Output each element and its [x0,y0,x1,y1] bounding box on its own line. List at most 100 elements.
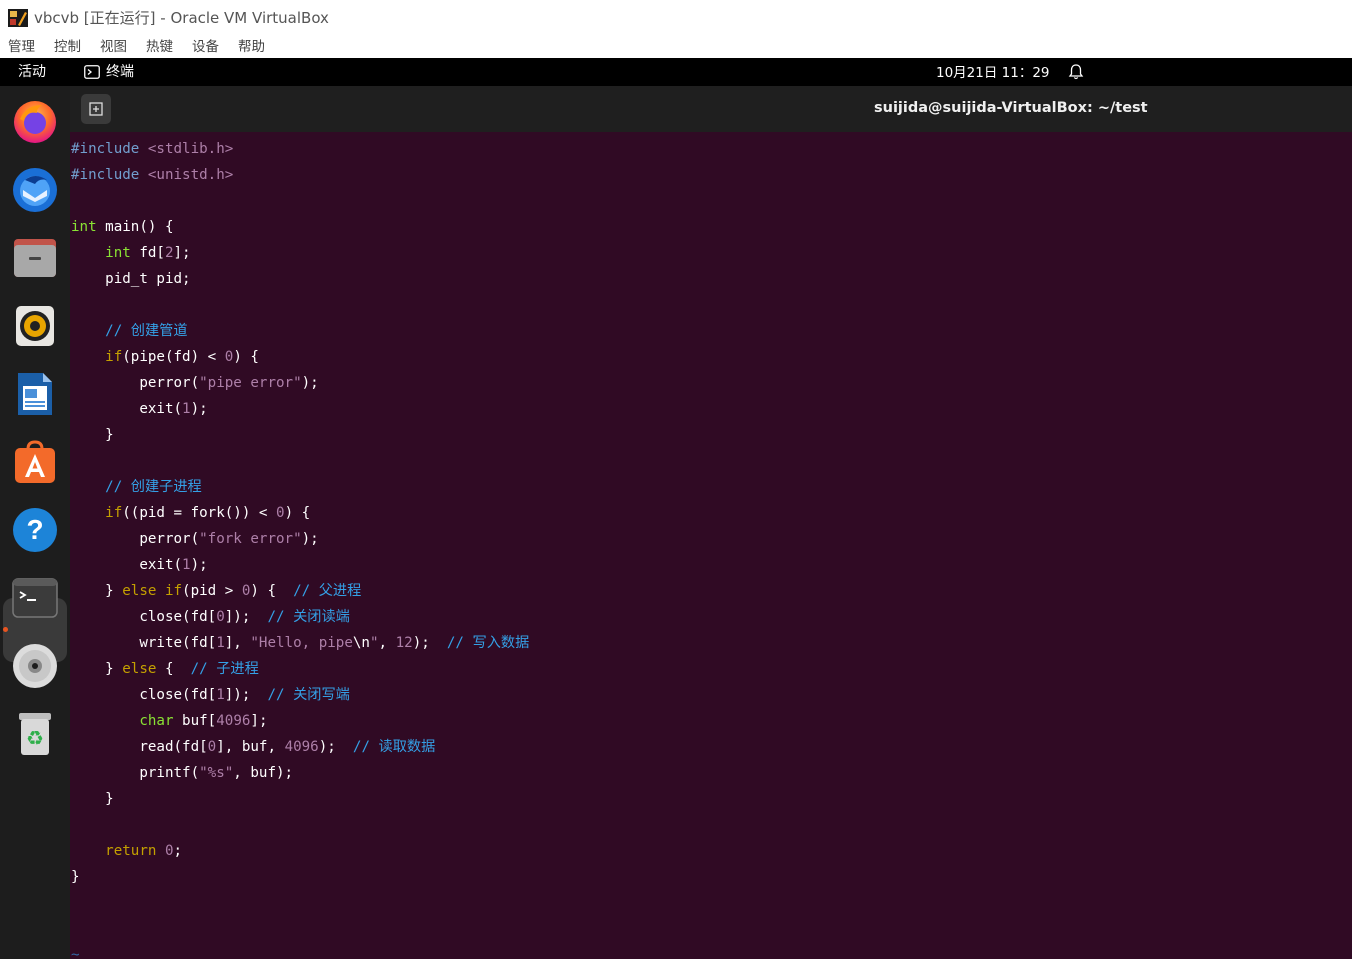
files-icon [14,239,56,277]
code-token: 12 [395,635,413,651]
code-token: ) { [284,505,311,521]
code-token: } [71,661,123,677]
code-line: } else { // 子进程 [71,656,529,682]
code-line: // 创建子进程 [71,474,529,500]
code-line: write(fd[1], "Hello, pipe\n", 12); // 写入… [71,630,529,656]
dock-item-software[interactable] [8,435,62,489]
code-line: #include <stdlib.h> [71,136,529,162]
menu-control[interactable]: 控制 [54,38,81,56]
code-line: ~ [71,942,529,959]
code-token: } [71,427,114,443]
code-token: ); [318,739,353,755]
code-line: #include <unistd.h> [71,162,529,188]
host-titlebar: vbcvb [正在运行] - Oracle VM VirtualBox [0,0,1352,36]
code-token: } [71,583,123,599]
code-token: <unistd.h> [147,167,234,183]
code-token: int [71,219,97,235]
code-comment: // 创建子进程 [105,479,202,495]
terminal-headerbar: suijida@suijida-VirtualBox: ~/test [70,86,1352,132]
app-menu-label: 终端 [106,64,134,80]
code-comment: // 写入数据 [446,635,530,651]
code-token: ); [190,401,208,417]
code-line: char buf[4096]; [71,708,529,734]
code-line: close(fd[1]); // 关闭写端 [71,682,529,708]
svg-text:♻: ♻ [26,726,44,750]
software-center-icon [15,440,55,483]
code-line: read(fd[0], buf, 4096); // 读取数据 [71,734,529,760]
code-comment: // 父进程 [293,583,362,599]
new-tab-button[interactable] [81,94,111,124]
code-token: , buf); [233,765,294,781]
code-token: write(fd[ [71,635,217,651]
window-title: vbcvb [正在运行] - Oracle VM VirtualBox [34,9,329,27]
code-token: ); [301,375,319,391]
code-token: printf( [71,765,200,781]
code-token: close(fd[ [71,609,217,625]
code-token: } [71,791,114,807]
code-line: if((pid = fork()) < 0) { [71,500,529,526]
code-line: } [71,864,529,890]
code-token: exit( [71,557,183,573]
activities-button[interactable]: 活动 [18,63,46,81]
code-token: "pipe error" [199,375,302,391]
code-token: } [71,869,80,885]
code-token: (pid > [182,583,242,599]
code-line: int fd[2]; [71,240,529,266]
code-token: ((pid = fork()) < [122,505,277,521]
menu-view[interactable]: 视图 [100,38,127,56]
dock-item-writer[interactable] [8,367,62,421]
clock[interactable]: 10月21日 11：29 [936,64,1050,82]
app-menu[interactable]: 终端 [84,63,134,81]
libreoffice-writer-icon [18,373,52,415]
code-token: ], buf, [216,739,285,755]
code-token: ]; [173,245,191,261]
code-token: 0 [207,739,217,755]
code-token: 4096 [284,739,319,755]
code-token: (pipe(fd) < [122,349,225,365]
dock-item-thunderbird[interactable] [8,163,62,217]
code-token: if [105,505,123,521]
gnome-top-bar: 活动 终端 10月21日 11：29 [0,58,1352,86]
code-token: 4096 [216,713,251,729]
dock-item-trash[interactable]: ♻ [8,707,62,761]
code-line: int main() { [71,214,529,240]
menu-manage[interactable]: 管理 [8,38,35,56]
code-line: printf("%s", buf); [71,760,529,786]
terminal-small-icon [84,65,100,79]
code-token: " [369,635,379,651]
vim-buffer[interactable]: #include <stdlib.h> #include <unistd.h> i… [71,136,529,959]
code-line: pid_t pid; [71,266,529,292]
dock-item-help[interactable]: ? [8,503,62,557]
code-token: ); [412,635,447,651]
code-token: perror( [71,375,200,391]
thunderbird-icon [13,168,57,212]
vm-screen: 活动 终端 10月21日 11：29 ? ♻ suijida@suijida-V… [0,58,1352,959]
optical-disc-icon [13,644,57,688]
help-icon: ? [13,508,57,552]
menu-devices[interactable]: 设备 [192,38,219,56]
menu-help[interactable]: 帮助 [238,38,265,56]
code-token: ) { [250,583,294,599]
menu-hotkeys[interactable]: 热键 [146,38,173,56]
code-token: perror( [71,531,200,547]
code-token: int [105,245,131,261]
code-token: ]); [224,687,268,703]
code-line: if(pipe(fd) < 0) { [71,344,529,370]
dock-item-firefox[interactable] [8,95,62,149]
dock-item-files[interactable] [8,231,62,285]
code-token: ]); [224,609,268,625]
bell-icon[interactable] [1068,63,1084,81]
dock-item-rhythmbox[interactable] [8,299,62,353]
code-token: char [139,713,174,729]
dock-item-terminal[interactable] [8,571,62,625]
dock-item-disc[interactable] [8,639,62,693]
code-token: ], [224,635,251,651]
